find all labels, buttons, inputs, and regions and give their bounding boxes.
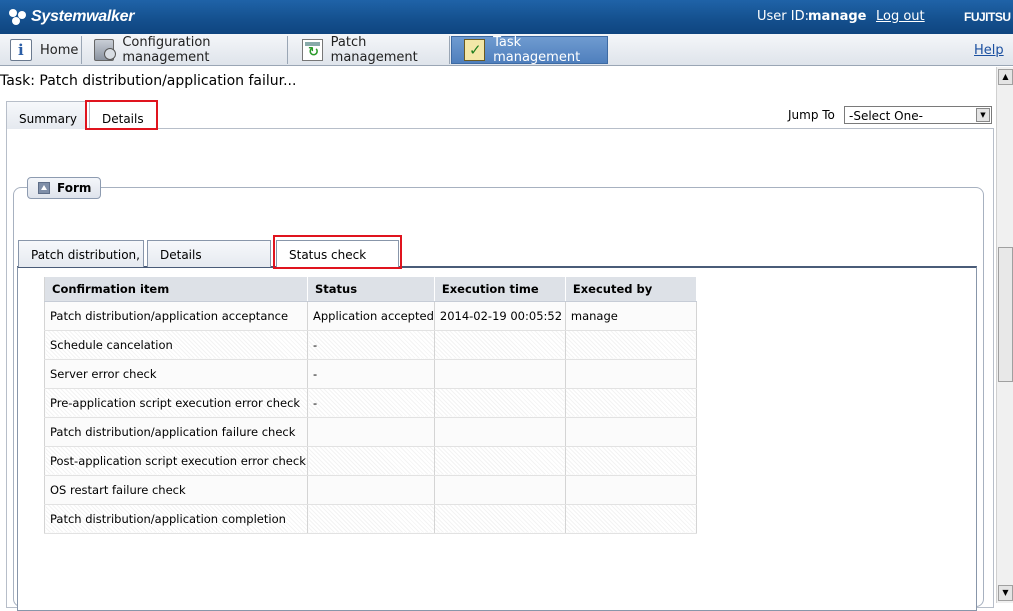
cell-executed-by: manage xyxy=(565,301,697,331)
cell-executed-by xyxy=(565,388,697,418)
cell-execution-time: 2014-02-19 00:05:52 xyxy=(434,301,566,331)
user-id-label: User ID: xyxy=(757,9,809,24)
cell-status xyxy=(307,475,435,505)
table-row: Server error check - xyxy=(44,359,697,389)
cell-execution-time xyxy=(434,359,566,389)
fujitsu-logo: FUJITSU xyxy=(964,10,1011,24)
cell-status: - xyxy=(307,330,435,360)
logout-link[interactable]: Log out xyxy=(876,9,925,24)
menu-configuration-label: Configuration management xyxy=(122,35,211,65)
task-icon xyxy=(464,39,486,61)
form-legend-label: Form xyxy=(57,181,92,195)
cell-status: - xyxy=(307,388,435,418)
cell-confirmation-item: Pre-application script execution error c… xyxy=(44,388,308,418)
column-header-execution-time: Execution time xyxy=(434,277,566,302)
home-info-icon xyxy=(10,39,32,61)
brand-logo-icon xyxy=(8,8,28,26)
page-title: Task: Patch distribution/application fai… xyxy=(0,73,297,89)
cell-status xyxy=(307,417,435,447)
cell-confirmation-item: Post-application script execution error … xyxy=(44,446,308,476)
menu-task-label: Task management xyxy=(493,35,581,65)
scrollbar-thumb[interactable] xyxy=(998,247,1013,382)
cell-executed-by xyxy=(565,446,697,476)
vertical-scrollbar[interactable]: ▲ ▼ xyxy=(996,67,1013,603)
table-row: Patch distribution/application failure c… xyxy=(44,417,697,447)
cell-executed-by xyxy=(565,330,697,360)
tab-patch-distribution[interactable]: Patch distribution, xyxy=(18,240,144,267)
cell-executed-by xyxy=(565,417,697,447)
menu-patch-management[interactable]: Patch management xyxy=(288,35,450,65)
help-link[interactable]: Help xyxy=(974,43,1004,58)
column-header-executed-by: Executed by xyxy=(565,277,697,302)
cell-confirmation-item: Patch distribution/application failure c… xyxy=(44,417,308,447)
top-bar: Systemwalker User ID: manage Log out FUJ… xyxy=(0,0,1013,34)
cell-confirmation-item: Patch distribution/application acceptanc… xyxy=(44,301,308,331)
cell-execution-time xyxy=(434,446,566,476)
brand-name: Systemwalker xyxy=(31,8,135,25)
scroll-down-arrow-icon[interactable]: ▼ xyxy=(998,585,1013,601)
table-header-row: Confirmation item Status Execution time … xyxy=(44,277,697,302)
menu-home[interactable]: Home xyxy=(0,36,82,64)
jump-to-select[interactable]: -Select One- ▼ xyxy=(844,106,992,124)
cell-confirmation-item: Server error check xyxy=(44,359,308,389)
systemwalker-logo: Systemwalker xyxy=(8,6,134,28)
user-id-value: manage xyxy=(808,9,867,24)
configuration-icon xyxy=(94,39,117,61)
menu-home-label: Home xyxy=(40,42,79,58)
jump-to-label: Jump To xyxy=(788,108,835,122)
table-row: Schedule cancelation - xyxy=(44,330,697,360)
cell-status xyxy=(307,446,435,476)
cell-confirmation-item: OS restart failure check xyxy=(44,475,308,505)
tab-details[interactable]: Details xyxy=(89,101,157,130)
cell-status: - xyxy=(307,359,435,389)
status-check-table: Confirmation item Status Execution time … xyxy=(44,277,697,534)
cell-executed-by xyxy=(565,359,697,389)
cell-confirmation-item: Patch distribution/application completio… xyxy=(44,504,308,534)
cell-executed-by xyxy=(565,475,697,505)
dropdown-arrow-icon[interactable]: ▼ xyxy=(976,108,990,122)
tab-status-check[interactable]: Status check xyxy=(276,240,399,268)
cell-execution-time xyxy=(434,417,566,447)
jump-to-selected-value: -Select One- xyxy=(849,108,923,123)
cell-executed-by xyxy=(565,504,697,534)
column-header-status: Status xyxy=(307,277,435,302)
menu-configuration-management[interactable]: Configuration management xyxy=(82,35,288,65)
cell-confirmation-item: Schedule cancelation xyxy=(44,330,308,360)
main-menu-bar: Home Configuration management Patch mana… xyxy=(0,34,1013,66)
patch-icon xyxy=(302,39,323,61)
tab-summary[interactable]: Summary xyxy=(6,101,86,129)
column-header-confirmation-item: Confirmation item xyxy=(44,277,308,302)
table-row: OS restart failure check xyxy=(44,475,697,505)
cell-execution-time xyxy=(434,475,566,505)
table-row: Patch distribution/application acceptanc… xyxy=(44,301,697,331)
scroll-up-arrow-icon[interactable]: ▲ xyxy=(998,69,1013,85)
cell-execution-time xyxy=(434,330,566,360)
cell-execution-time xyxy=(434,504,566,534)
cell-status xyxy=(307,504,435,534)
cell-status: Application accepted xyxy=(307,301,435,331)
menu-patch-label: Patch management xyxy=(330,35,418,65)
table-row: Post-application script execution error … xyxy=(44,446,697,476)
form-collapse-toggle[interactable]: Form xyxy=(27,177,101,199)
cell-execution-time xyxy=(434,388,566,418)
table-row: Pre-application script execution error c… xyxy=(44,388,697,418)
tab-form-details[interactable]: Details xyxy=(147,240,271,267)
menu-task-management[interactable]: Task management xyxy=(451,35,608,65)
table-row: Patch distribution/application completio… xyxy=(44,504,697,534)
collapse-arrow-icon xyxy=(38,182,50,194)
